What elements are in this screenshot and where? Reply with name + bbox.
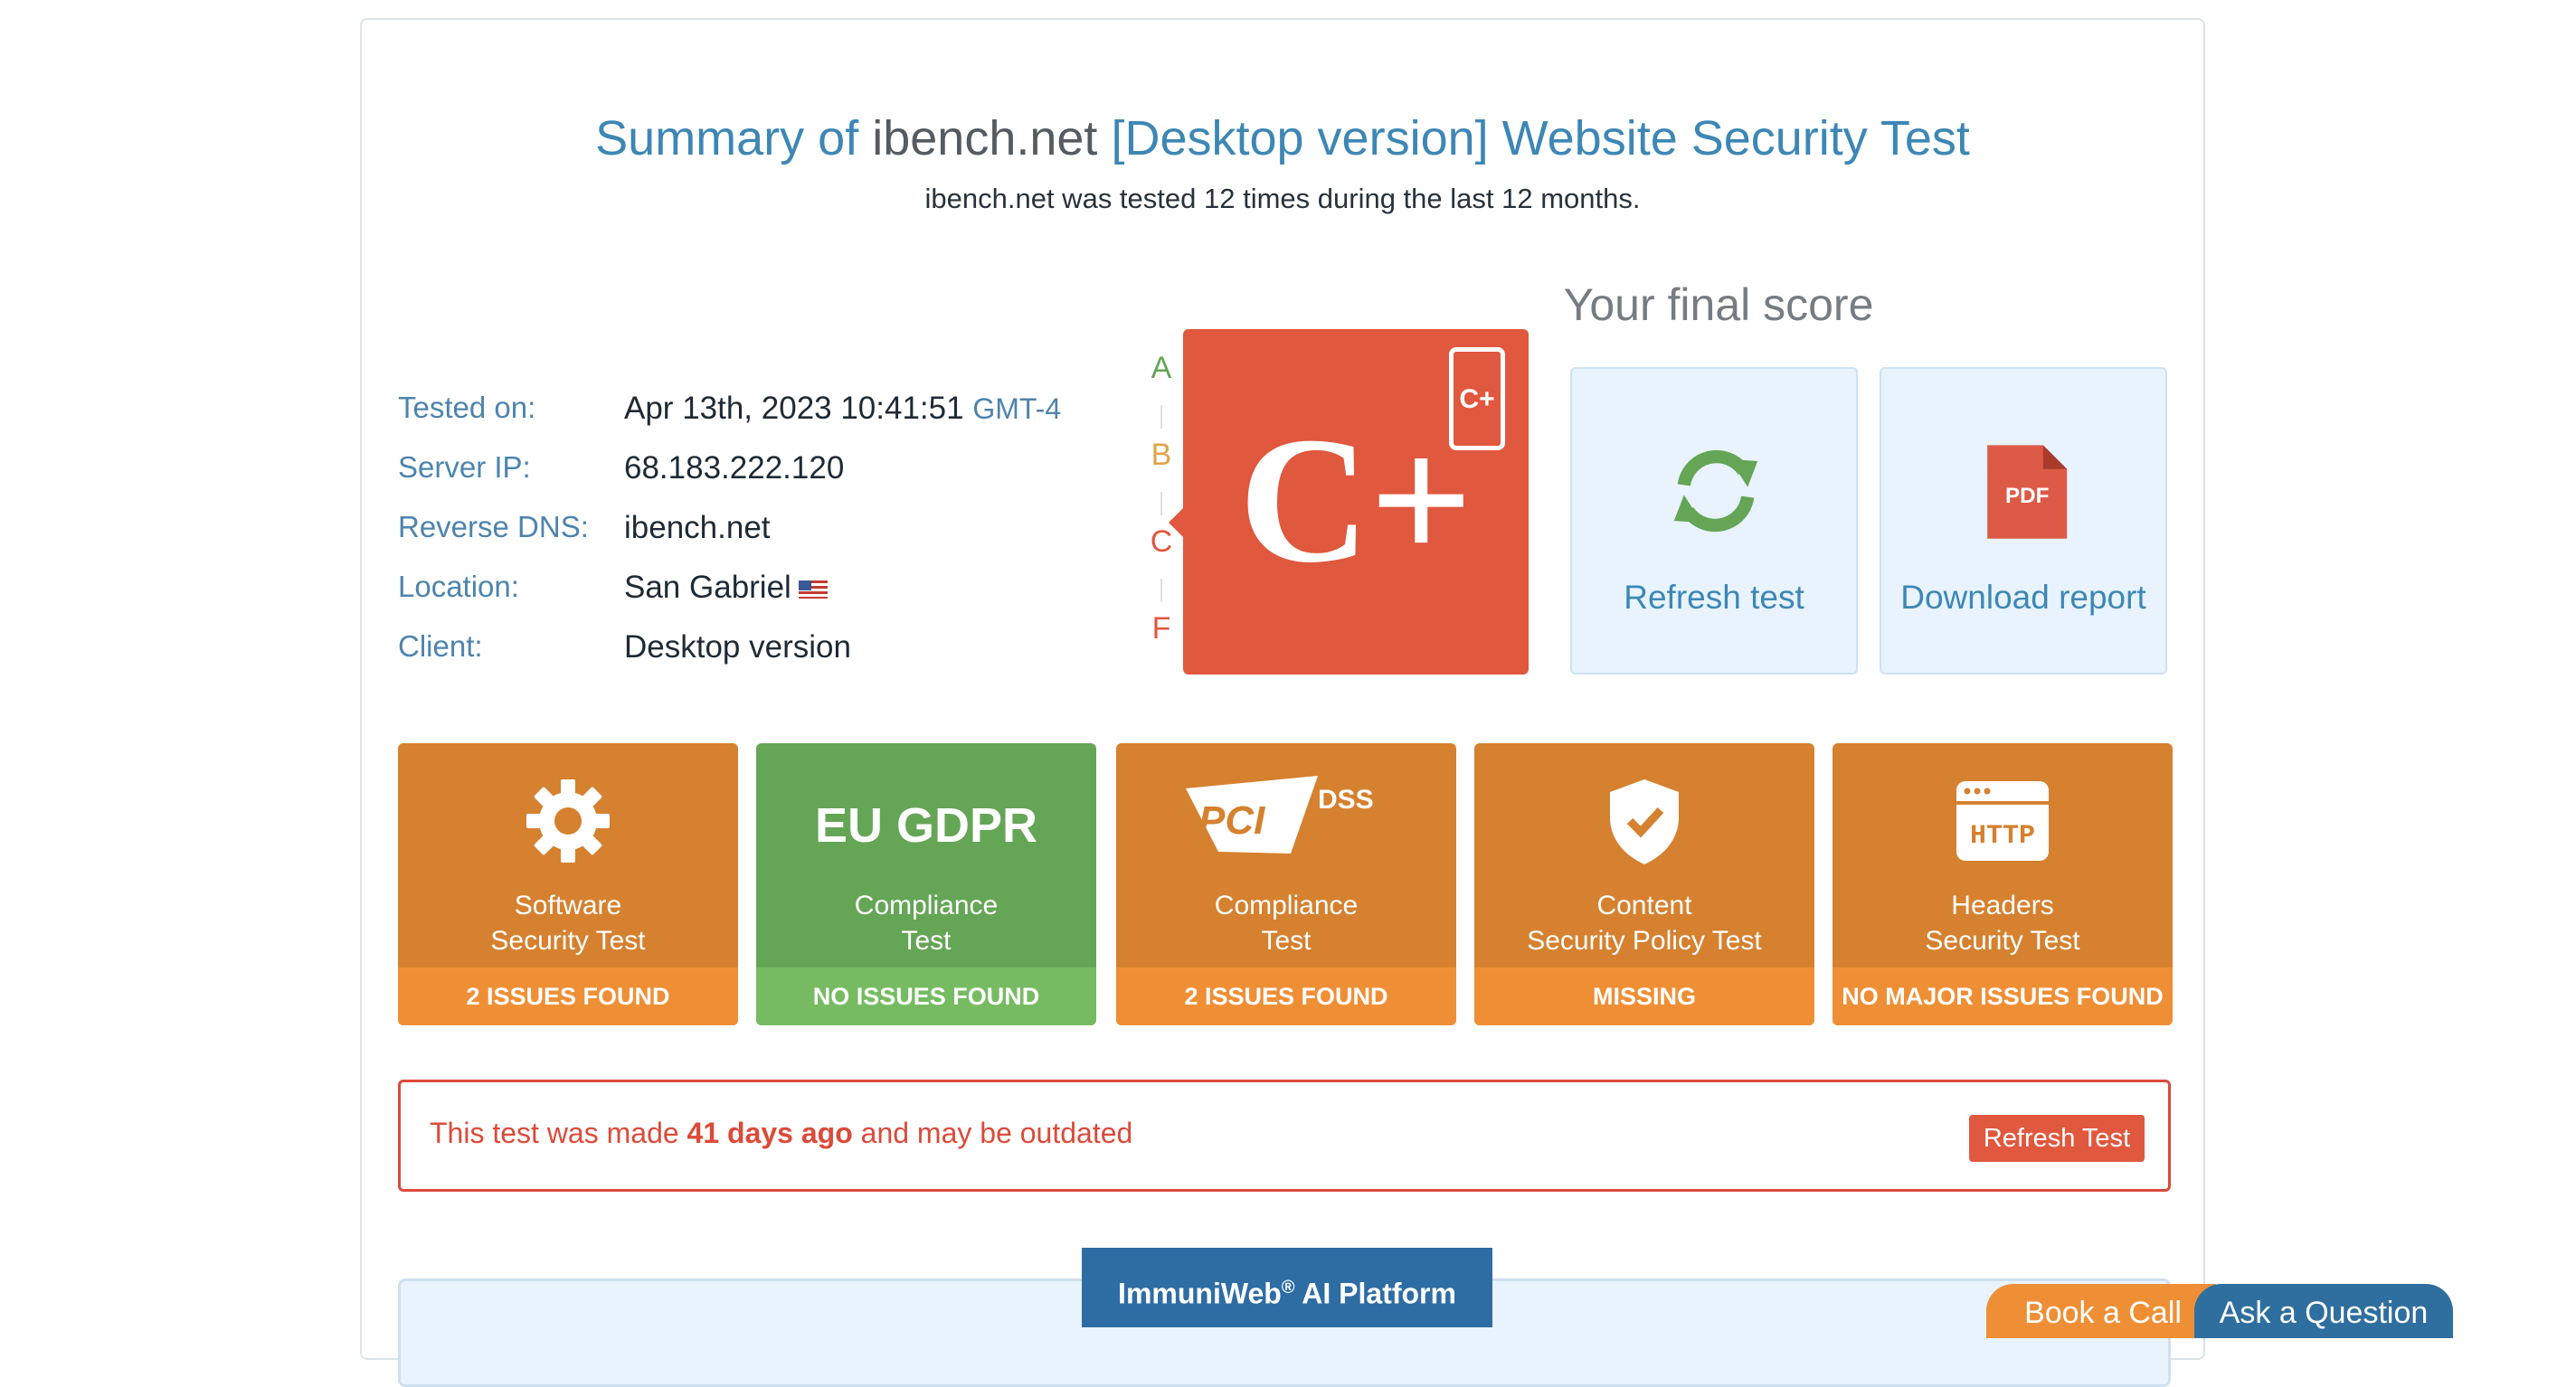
scale-divider	[1160, 579, 1162, 602]
location-city: San Gabriel	[624, 570, 791, 605]
location-label: Location:	[398, 570, 519, 603]
title-host: ibench.net	[872, 111, 1098, 165]
refresh-test-button[interactable]: Refresh test	[1570, 367, 1858, 675]
mobile-icon: C+	[1449, 347, 1505, 450]
tile-name: Content Security Policy Test	[1527, 891, 1762, 956]
grade-pointer	[1169, 508, 1183, 537]
server-ip-label: Server IP:	[398, 450, 531, 484]
mobile-grade: C+	[1459, 384, 1495, 414]
download-report-label: Download report	[1900, 579, 2146, 616]
gdpr-logo-text: EU GDPR	[814, 798, 1038, 853]
reverse-dns-value: ibench.net	[624, 510, 771, 545]
tested-on-value: Apr 13th, 2023 10:41:51 GMT-4	[624, 391, 1061, 427]
tile-name: Headers Security Test	[1925, 891, 2080, 956]
tile-status: MISSING	[1474, 967, 1814, 1025]
location-value: San Gabriel	[624, 570, 828, 606]
us-flag-icon	[798, 580, 828, 599]
download-report-button[interactable]: PDF Download report	[1880, 367, 2167, 675]
tile-status: NO ISSUES FOUND	[756, 967, 1096, 1025]
tile-pci-dss[interactable]: PCI DSS Compliance Test 2 ISSUES FOUND	[1116, 743, 1456, 1025]
book-call-button[interactable]: Book a Call	[1986, 1284, 2220, 1338]
title-suffix: [Desktop version] Website Security Test	[1111, 111, 1970, 165]
final-score-heading: Your final score	[1563, 279, 1874, 330]
refresh-test-small-button[interactable]: Refresh Test	[1969, 1115, 2145, 1162]
gear-icon	[398, 776, 738, 875]
tile-name: Software Security Test	[490, 891, 646, 956]
shield-check-icon	[1474, 776, 1814, 875]
http-icon: HTTP	[1833, 776, 2173, 875]
pdf-label: PDF	[2005, 484, 2049, 508]
pdf-file-icon: PDF	[1987, 445, 2068, 539]
warning-days: 41 days ago	[687, 1117, 853, 1149]
client-value: Desktop version	[624, 629, 851, 665]
tile-software-security[interactable]: Software Security Test 2 ISSUES FOUND	[398, 743, 738, 1025]
tested-on-date: Apr 13th, 2023 10:41:51	[624, 391, 964, 426]
scale-divider	[1160, 492, 1162, 515]
scale-b: B	[1151, 438, 1172, 472]
tile-status: 2 ISSUES FOUND	[398, 967, 738, 1025]
svg-text:PCI: PCI	[1198, 798, 1265, 843]
reverse-dns-label: Reverse DNS:	[398, 510, 589, 543]
warning-message: This test was made 41 days ago and may b…	[430, 1117, 1133, 1149]
client-label: Client:	[398, 629, 483, 663]
scale-a: A	[1151, 351, 1172, 385]
outdated-warning: This test was made 41 days ago and may b…	[398, 1080, 2171, 1192]
tile-name: Compliance Test	[854, 891, 999, 956]
tile-eu-gdpr[interactable]: EU GDPR Compliance Test NO ISSUES FOUND	[756, 743, 1096, 1025]
scale-f: F	[1151, 611, 1171, 646]
refresh-icon	[1673, 449, 1758, 533]
summary-card: Summary of ibench.net [Desktop version] …	[360, 18, 2205, 1387]
title-prefix: Summary of	[595, 111, 859, 165]
tile-status: 2 ISSUES FOUND	[1116, 967, 1456, 1025]
tested-on-timezone: GMT-4	[972, 392, 1062, 425]
grade-box: C+ C+	[1183, 329, 1529, 675]
tile-headers-security[interactable]: HTTP Headers Security Test NO MAJOR ISSUE…	[1833, 743, 2173, 1025]
platform-badge: ImmuniWeb® AI Platform	[1082, 1248, 1492, 1327]
page-title: Summary of ibench.net [Desktop version] …	[362, 110, 2203, 166]
eu-gdpr-logo: EU GDPR	[756, 776, 1096, 875]
svg-text:DSS: DSS	[1318, 785, 1374, 815]
refresh-test-label: Refresh test	[1624, 579, 1804, 616]
ask-question-button[interactable]: Ask a Question	[2194, 1284, 2453, 1338]
tile-content-security-policy[interactable]: Content Security Policy Test MISSING	[1474, 743, 1814, 1025]
server-ip-value: 68.183.222.120	[624, 450, 845, 486]
scale-divider	[1160, 405, 1162, 429]
svg-text:HTTP: HTTP	[1970, 821, 2035, 852]
pci-dss-logo: PCI DSS	[1116, 776, 1456, 875]
page-subtitle: ibench.net was tested 12 times during th…	[924, 183, 1641, 214]
tile-status: NO MAJOR ISSUES FOUND	[1833, 967, 2173, 1025]
tested-on-label: Tested on:	[398, 391, 536, 424]
tile-name: Compliance Test	[1214, 891, 1359, 956]
